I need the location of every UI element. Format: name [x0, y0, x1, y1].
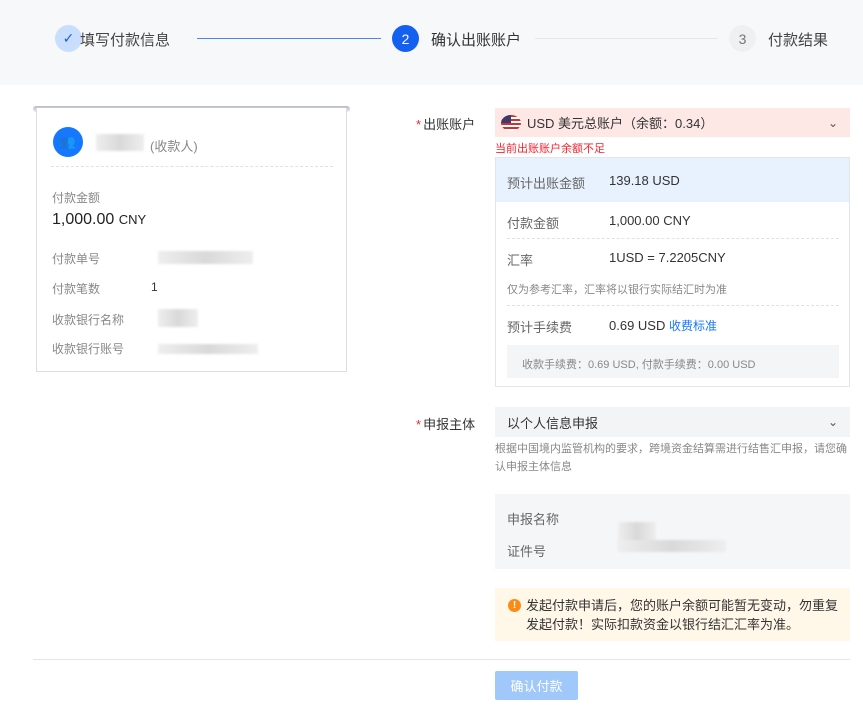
count-value: 1 [151, 280, 158, 294]
declare-label-text: 申报主体 [423, 417, 476, 432]
rate-label: 汇率 [507, 253, 534, 268]
declare-id-redacted [618, 540, 726, 552]
payee-name-redacted [96, 134, 144, 151]
step-2-number: 2 [392, 25, 419, 52]
payee-role: (收款人) [150, 139, 198, 154]
steps-bar: ✓ 填写付款信息 2 确认出账账户 3 付款结果 [0, 0, 863, 85]
fee-value-wrap: 0.69 USD 收费标准 [609, 317, 717, 334]
step-connector [535, 38, 718, 39]
divider [33, 659, 850, 660]
divider [507, 238, 839, 239]
declare-select[interactable]: 以个人信息申报 ⌄ [495, 407, 850, 437]
amount-label: 付款金额 [52, 191, 101, 205]
pay-value: 1,000.00 CNY [609, 213, 691, 228]
us-flag-icon [501, 114, 521, 131]
rate-note: 仅为参考汇率，汇率将以银行实际结汇时为准 [507, 284, 727, 296]
warning-icon: ! [508, 599, 521, 612]
step-2-label: 确认出账账户 [431, 32, 522, 49]
bank-name-label: 收款银行名称 [52, 313, 125, 327]
order-no-redacted [158, 251, 253, 264]
bank-name-redacted [158, 309, 198, 327]
declare-selected-value: 以个人信息申报 [507, 415, 599, 431]
order-no-label: 付款单号 [52, 252, 101, 266]
amount-number: 1,000.00 [52, 211, 115, 228]
confirm-payment-button[interactable]: 确认付款 [495, 671, 578, 700]
warning-box: ! 发起付款申请后，您的账户余额可能暂无变动，勿重复发起付款！实际扣款资金以银行… [495, 588, 850, 641]
chevron-down-icon: ⌄ [827, 115, 838, 130]
check-icon: ✓ [55, 25, 82, 52]
estimate-label: 预计出账金额 [507, 176, 586, 191]
bank-account-redacted [158, 344, 258, 354]
rate-value: 1USD = 7.2205CNY [609, 250, 726, 265]
fee-detail: 收款手续费：0.69 USD, 付款手续费：0.00 USD [507, 345, 839, 378]
fee-value: 0.69 USD [609, 318, 666, 333]
declare-label: * 申报主体 [416, 417, 476, 432]
account-select[interactable]: USD 美元总账户（余额：0.34） ⌄ [495, 108, 850, 137]
amount-value: 1,000.00 CNY [52, 211, 146, 229]
summary-box: 预计出账金额 139.18 USD 付款金额 1,000.00 CNY 汇率 1… [495, 157, 850, 387]
account-selected-value: USD 美元总账户（余额：0.34） [527, 116, 714, 131]
account-error: 当前出账账户余额不足 [495, 143, 605, 155]
divider [51, 166, 333, 167]
step-connector [197, 38, 381, 39]
pay-label: 付款金额 [507, 216, 560, 231]
fee-label: 预计手续费 [507, 320, 573, 335]
step-1-label: 填写付款信息 [80, 32, 171, 49]
amount-currency: CNY [118, 212, 147, 227]
warning-text: 发起付款申请后，您的账户余额可能暂无变动，勿重复发起付款！实际扣款资金以银行结汇… [526, 598, 839, 632]
bank-account-label: 收款银行账号 [52, 342, 125, 356]
fee-standard-link[interactable]: 收费标准 [669, 319, 717, 333]
account-label-text: 出账账户 [423, 117, 476, 132]
count-label: 付款笔数 [52, 282, 101, 296]
payee-card: 👥 (收款人) 付款金额 1,000.00 CNY 付款单号 付款笔数 1 收款… [36, 108, 347, 372]
declare-info-box: 申报名称 证件号 [495, 494, 850, 569]
divider [507, 305, 839, 306]
chevron-down-icon: ⌄ [827, 415, 838, 429]
step-3-number: 3 [729, 25, 756, 52]
declare-id-label: 证件号 [507, 544, 547, 559]
declare-name-label: 申报名称 [507, 512, 560, 527]
declare-hint: 根据中国境内监管机构的要求，跨境资金结算需进行结售汇申报，请您确认申报主体信息 [495, 443, 847, 473]
account-label: * 出账账户 [416, 117, 476, 132]
estimate-value: 139.18 USD [609, 173, 680, 188]
user-group-icon: 👥 [53, 127, 83, 157]
step-3-label: 付款结果 [768, 32, 829, 49]
